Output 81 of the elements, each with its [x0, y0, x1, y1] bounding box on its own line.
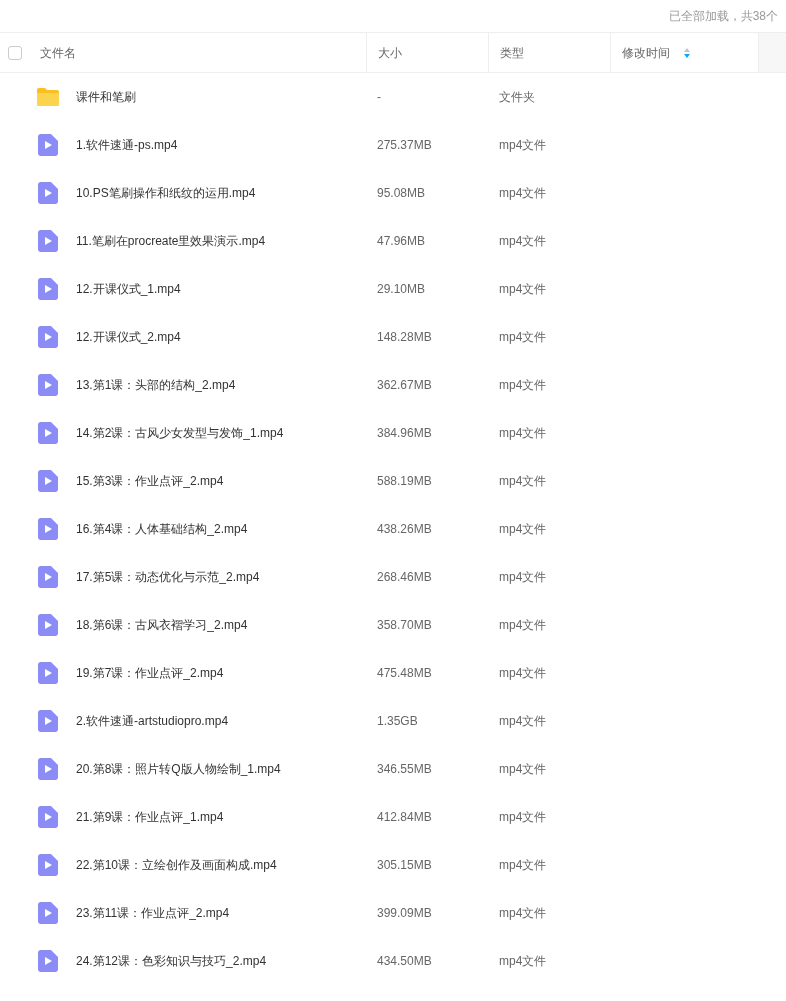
video-file-icon — [38, 134, 58, 156]
video-file-icon — [38, 182, 58, 204]
video-file-icon — [38, 566, 58, 588]
file-name[interactable]: 12.开课仪式_1.mp4 — [76, 280, 181, 298]
video-file-icon — [38, 662, 58, 684]
file-type: mp4文件 — [499, 810, 547, 824]
video-file-icon — [38, 854, 58, 876]
file-name[interactable]: 18.第6课：古风衣褶学习_2.mp4 — [76, 616, 248, 634]
file-name[interactable]: 16.第4课：人体基础结构_2.mp4 — [76, 520, 248, 538]
file-name[interactable]: 14.第2课：古风少女发型与发饰_1.mp4 — [76, 424, 284, 442]
file-name[interactable]: 11.笔刷在procreate里效果演示.mp4 — [76, 232, 266, 250]
video-file-icon — [38, 614, 58, 636]
file-size: 29.10MB — [377, 282, 426, 296]
file-name[interactable]: 19.第7课：作业点评_2.mp4 — [76, 664, 224, 682]
file-type: mp4文件 — [499, 666, 547, 680]
file-size: 438.26MB — [377, 522, 432, 536]
video-file-icon — [38, 710, 58, 732]
file-type: mp4文件 — [499, 858, 547, 872]
file-name[interactable]: 12.开课仪式_2.mp4 — [76, 328, 181, 346]
file-size: 305.15MB — [377, 858, 432, 872]
file-size: 358.70MB — [377, 618, 432, 632]
video-file-icon — [38, 326, 58, 348]
file-name[interactable]: 22.第10课：立绘创作及画面构成.mp4 — [76, 856, 277, 874]
file-type: mp4文件 — [499, 138, 547, 152]
file-name[interactable]: 24.第12课：色彩知识与技巧_2.mp4 — [76, 952, 267, 970]
load-status: 已全部加载，共38个 — [668, 8, 778, 25]
file-size: 148.28MB — [377, 330, 432, 344]
file-name[interactable]: 2.软件速通-artstudiopro.mp4 — [76, 712, 229, 730]
file-type: mp4文件 — [499, 570, 547, 584]
file-type: mp4文件 — [499, 186, 547, 200]
file-type: mp4文件 — [499, 474, 547, 488]
file-type: mp4文件 — [499, 522, 547, 536]
file-name[interactable]: 课件和笔刷 — [76, 88, 136, 106]
video-file-icon — [38, 518, 58, 540]
video-file-icon — [38, 230, 58, 252]
file-size: 588.19MB — [377, 474, 432, 488]
file-type: mp4文件 — [499, 426, 547, 440]
file-size: 412.84MB — [377, 810, 432, 824]
file-type: mp4文件 — [499, 282, 547, 296]
file-type: mp4文件 — [499, 330, 547, 344]
file-name[interactable]: 15.第3课：作业点评_2.mp4 — [76, 472, 224, 490]
file-size: 399.09MB — [377, 906, 432, 920]
file-size: - — [377, 90, 381, 104]
file-name[interactable]: 21.第9课：作业点评_1.mp4 — [76, 808, 224, 826]
file-name[interactable]: 10.PS笔刷操作和纸纹的运用.mp4 — [76, 184, 256, 202]
file-type: mp4文件 — [499, 762, 547, 776]
column-header[interactable]: 大小 — [366, 33, 488, 72]
file-size: 47.96MB — [377, 234, 426, 248]
file-type: mp4文件 — [499, 618, 547, 632]
file-type: 文件夹 — [499, 90, 535, 104]
video-file-icon — [38, 950, 58, 972]
file-type: mp4文件 — [499, 234, 547, 248]
video-file-icon — [38, 806, 58, 828]
video-file-icon — [38, 422, 58, 444]
file-type: mp4文件 — [499, 378, 547, 392]
file-size: 362.67MB — [377, 378, 432, 392]
file-type: mp4文件 — [499, 954, 547, 968]
video-file-icon — [38, 902, 58, 924]
column-header[interactable]: 类型 — [488, 33, 610, 72]
file-name[interactable]: 17.第5课：动态优化与示范_2.mp4 — [76, 568, 260, 586]
file-type: mp4文件 — [499, 906, 547, 920]
video-file-icon — [38, 374, 58, 396]
file-size: 346.55MB — [377, 762, 432, 776]
file-size: 275.37MB — [377, 138, 432, 152]
file-size: 434.50MB — [377, 954, 432, 968]
file-name[interactable]: 13.第1课：头部的结构_2.mp4 — [76, 376, 236, 394]
video-file-icon — [38, 470, 58, 492]
file-size: 95.08MB — [377, 186, 426, 200]
file-size: 268.46MB — [377, 570, 432, 584]
column-header[interactable]: 文件名 — [0, 33, 366, 72]
file-size: 384.96MB — [377, 426, 432, 440]
file-name[interactable]: 23.第11课：作业点评_2.mp4 — [76, 904, 230, 922]
file-name[interactable]: 1.软件速通-ps.mp4 — [76, 136, 178, 154]
video-file-icon — [38, 278, 58, 300]
file-type: mp4文件 — [499, 714, 547, 728]
select-all-checkbox[interactable] — [8, 45, 22, 60]
video-file-icon — [38, 758, 58, 780]
file-size: 475.48MB — [377, 666, 432, 680]
folder-icon — [36, 87, 60, 107]
file-size: 1.35GB — [377, 714, 418, 728]
file-name[interactable]: 20.第8课：照片转Q版人物绘制_1.mp4 — [76, 760, 281, 778]
